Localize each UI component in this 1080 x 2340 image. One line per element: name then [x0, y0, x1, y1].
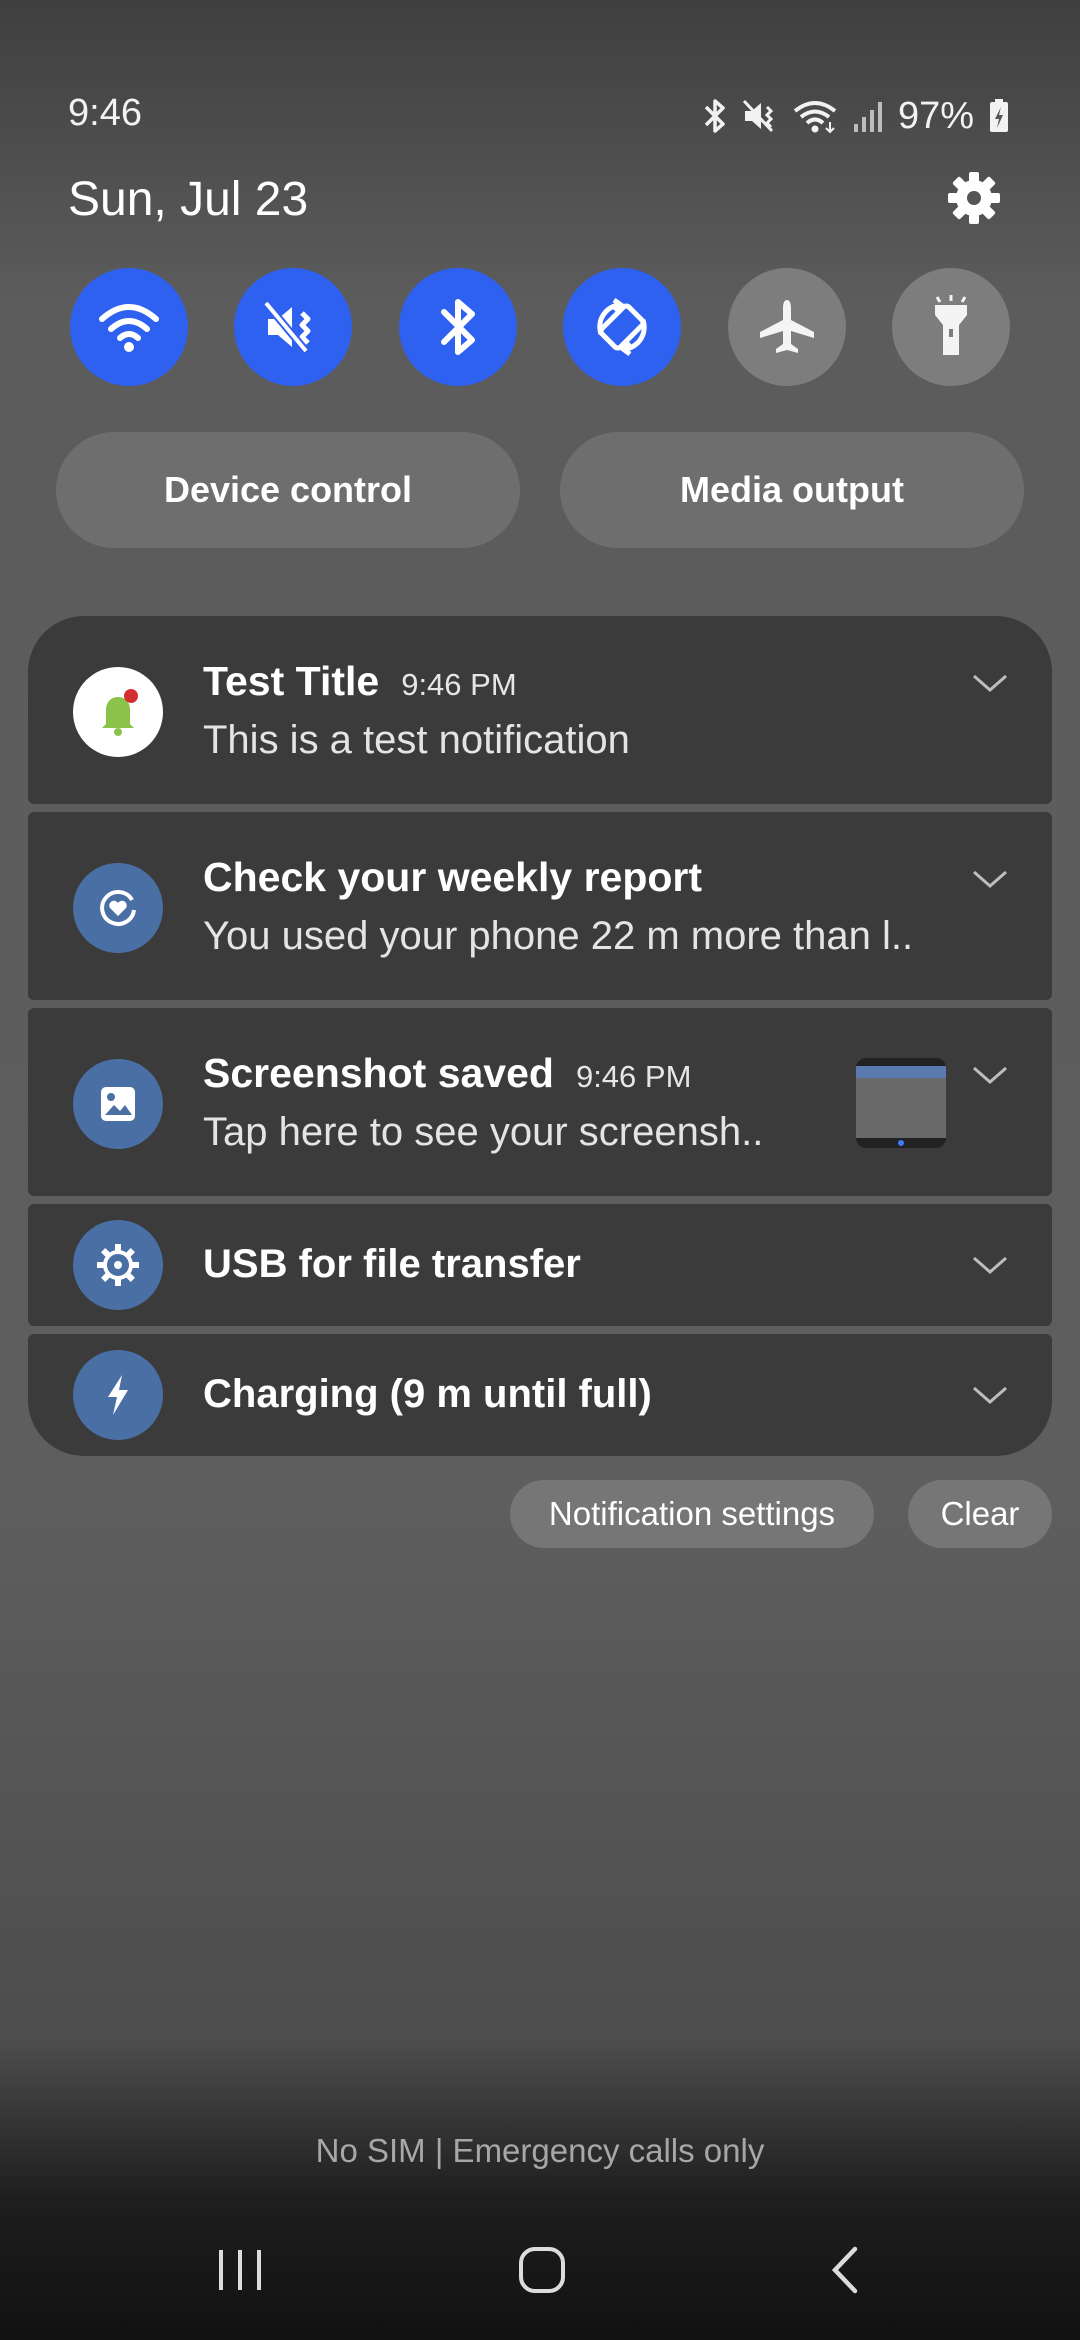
notification-test[interactable]: Test Title 9:46 PM This is a test notific… [28, 616, 1052, 804]
recents-icon [219, 2250, 261, 2290]
lightning-icon [73, 1350, 163, 1440]
auto-rotate-toggle[interactable] [563, 268, 682, 386]
flashlight-icon [934, 295, 967, 355]
mute-vibrate-icon [742, 99, 774, 133]
notification-usb[interactable]: USB for file transfer [28, 1204, 1052, 1326]
media-output-button[interactable]: Media output [560, 432, 1024, 548]
chevron-down-icon[interactable] [970, 672, 1010, 696]
status-time: 9:46 [68, 92, 142, 134]
notification-title: USB for file transfer [203, 1242, 581, 1286]
carrier-status: No SIM | Emergency calls only [315, 2132, 765, 2169]
notification-title: Charging (9 m until full) [203, 1372, 652, 1416]
notification-settings-button[interactable]: Notification settings [510, 1480, 874, 1548]
home-icon [519, 2247, 565, 2293]
battery-percent: 97% [897, 94, 974, 137]
notification-body: You used your phone 22 m more than l.. [203, 914, 914, 958]
flashlight-toggle[interactable] [891, 268, 1010, 386]
airplane-icon [759, 300, 814, 353]
image-icon [73, 1059, 163, 1149]
chevron-down-icon[interactable] [970, 1384, 1010, 1408]
airplane-mode-toggle[interactable] [727, 268, 846, 386]
bell-icon [73, 667, 163, 757]
gear-icon[interactable] [946, 170, 1002, 226]
wifi-icon [793, 101, 837, 134]
clear-button[interactable]: Clear [908, 1480, 1052, 1548]
notification-time: 9:46 PM [401, 667, 517, 702]
battery-charging-icon [990, 99, 1008, 132]
status-icons: 97% [702, 92, 1010, 140]
sound-toggle[interactable] [234, 268, 353, 386]
mute-icon [263, 300, 311, 354]
digital-wellbeing-icon [73, 863, 163, 953]
notification-charging[interactable]: Charging (9 m until full) [28, 1334, 1052, 1456]
bluetooth-toggle[interactable] [398, 268, 517, 386]
device-control-button[interactable]: Device control [56, 432, 520, 548]
screenshot-thumbnail [856, 1058, 946, 1148]
notification-body: This is a test notification [203, 718, 630, 762]
signal-icon [853, 102, 882, 132]
bluetooth-icon [704, 99, 725, 133]
notification-screenshot[interactable]: Screenshot saved 9:46 PM Tap here to see … [28, 1008, 1052, 1196]
notification-title: Test Title 9:46 PM [203, 658, 517, 704]
chevron-down-icon[interactable] [970, 1064, 1010, 1088]
home-button[interactable] [502, 2230, 582, 2310]
chevron-down-icon[interactable] [970, 868, 1010, 892]
notification-title: Check your weekly report [203, 854, 703, 900]
rotate-icon [597, 297, 647, 357]
notification-body: Tap here to see your screensh.. [203, 1110, 764, 1154]
back-button[interactable] [804, 2230, 884, 2310]
usb-settings-icon [73, 1220, 163, 1310]
notification-title: Screenshot saved 9:46 PM [203, 1050, 692, 1096]
date-label: Sun, Jul 23 [68, 173, 309, 226]
notification-time: 9:46 PM [575, 1059, 692, 1094]
wifi-toggle[interactable] [70, 268, 188, 386]
quick-settings-row [70, 268, 1010, 386]
chevron-down-icon[interactable] [970, 1254, 1010, 1278]
wifi-icon [99, 304, 159, 352]
notification-weekly-report[interactable]: Check your weekly report You used your p… [28, 812, 1052, 1000]
recent-apps-button[interactable] [200, 2230, 280, 2310]
back-icon [831, 2246, 858, 2294]
bluetooth-icon [440, 299, 475, 355]
